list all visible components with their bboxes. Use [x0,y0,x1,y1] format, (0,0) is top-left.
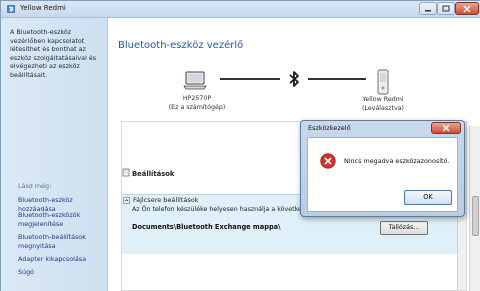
collapse-toggle[interactable] [123,197,130,204]
error-dialog: Eszközkezelő Nincs megadva eszközazonosí… [300,120,465,217]
connection-line-right [308,78,366,80]
file-transfer-description: Az Ön telefon készüléke helyesen használ… [132,206,310,213]
sidebar-link-disable-adapter[interactable]: Adapter kikapcsolása [18,255,104,264]
see-also-label: Lásd még: [18,182,52,190]
bluetooth-icon [289,71,299,87]
close-button[interactable] [455,2,479,15]
settings-header: Beállítások [132,170,175,178]
dialog-message: Nincs megadva eszközazonosító. [344,157,450,165]
phone-label: Yellow Redmi (Leválasztva) [348,96,418,113]
computer-name: HP2570P [182,95,212,102]
computer-subtitle: (Ez a számítógép) [168,103,226,111]
dialog-title: Eszközkezelő [308,124,351,132]
dialog-close-button[interactable] [431,122,461,134]
error-icon [320,153,336,169]
settings-section-icon [122,168,130,177]
sidebar-intro-text: A Bluetooth-eszköz vezérlőben kapcsolato… [10,28,97,79]
maximize-icon [442,5,450,12]
window-title: Yellow Redmi [20,4,66,12]
sidebar: A Bluetooth-eszköz vezérlőben kapcsolato… [1,18,108,291]
page-title: Bluetooth-eszköz vezérlő [118,40,244,51]
phone-name: Yellow Redmi [362,96,404,103]
app-window: Yellow Redmi A Bluetooth-eszköz vezérlőb… [0,0,480,291]
minimize-button[interactable] [419,2,437,15]
file-transfer-title: Fájlcsere beállítások [133,196,199,204]
maximize-button[interactable] [437,2,455,15]
sidebar-link-show-devices[interactable]: Bluetooth-eszközök megjelenítése [18,211,104,228]
sidebar-link-help[interactable]: Súgó [18,268,104,277]
sidebar-link-open-settings[interactable]: Bluetooth-beállítások megnyitása [18,233,104,250]
computer-label: HP2570P (Ez a számítógép) [162,95,232,112]
browse-button[interactable]: Tallózás... [380,221,428,235]
title-bar: Yellow Redmi [1,1,480,18]
main-scrollbar[interactable] [469,126,480,291]
phone-subtitle: (Leválasztva) [361,104,405,112]
ok-button[interactable]: OK [404,190,452,205]
scrollbar-thumb[interactable] [472,196,479,236]
close-icon [463,5,471,12]
phone-icon [377,69,389,95]
minimize-icon [425,9,431,11]
laptop-icon [183,71,207,90]
connection-line-left [220,78,280,80]
dialog-body: Nincs megadva eszközazonosító. OK [307,137,458,212]
exchange-folder-path: Documents\Bluetooth Exchange mappa\ [132,223,281,231]
close-icon [442,124,450,132]
collapse-icon [124,199,129,202]
app-icon [7,5,15,13]
